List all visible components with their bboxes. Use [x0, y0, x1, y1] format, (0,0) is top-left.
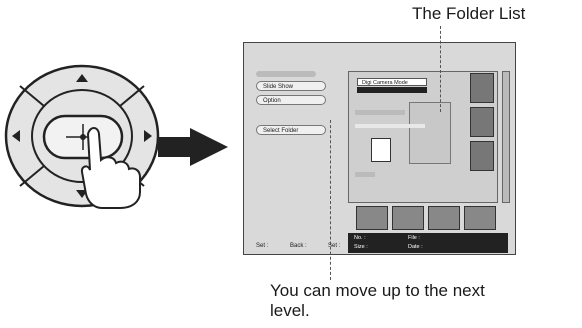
info-size-label: Size :: [354, 244, 368, 250]
pointer-arrow-icon: [190, 128, 228, 166]
footer-set-label: Set :: [256, 243, 269, 249]
folder-list-leader-line: [440, 26, 441, 112]
thumbnail-2[interactable]: [470, 107, 494, 137]
menu-option-button[interactable]: Option: [256, 95, 326, 105]
up-level-callout-line1: You can move up to the next: [270, 281, 485, 300]
folder-list-callout: The Folder List: [412, 4, 526, 23]
folder-list[interactable]: [409, 102, 451, 164]
thumbnail-3[interactable]: [470, 141, 494, 171]
info-file-label: File :: [408, 235, 420, 241]
tv-screen: Slide Show Option Select Folder Digi Cam…: [243, 42, 516, 255]
menu-slide-show-button[interactable]: Slide Show: [256, 81, 326, 91]
mode-tab[interactable]: Digi Camera Mode: [357, 78, 427, 86]
up-level-callout: You can move up to the next level.: [270, 281, 570, 321]
thumbnail-1[interactable]: [470, 73, 494, 103]
info-date-label: Date :: [408, 244, 423, 250]
thumbnail-6[interactable]: [428, 206, 460, 230]
file-info-bar: No. : File : Size : Date :: [348, 233, 508, 253]
footer-back-label: Back :: [290, 243, 307, 249]
directional-pad-illustration: [4, 64, 160, 209]
folder-row-top: [355, 110, 405, 115]
up-level-callout-line2: level.: [270, 301, 310, 320]
pointer-arrow-body: [158, 137, 194, 157]
mode-selector-bar: [357, 87, 427, 93]
thumbnail-5[interactable]: [392, 206, 424, 230]
folder-row-bottom: [355, 172, 375, 177]
folder-row-up[interactable]: [355, 124, 425, 128]
screen-header-icon: [256, 71, 316, 77]
thumbnail-4[interactable]: [356, 206, 388, 230]
scrollbar[interactable]: [502, 71, 510, 203]
thumbnail-7[interactable]: [464, 206, 496, 230]
menu-select-folder-button[interactable]: Select Folder: [256, 125, 326, 135]
folder-document-icon: [371, 138, 391, 162]
up-level-leader-line: [330, 120, 331, 280]
info-no-label: No. :: [354, 235, 366, 241]
